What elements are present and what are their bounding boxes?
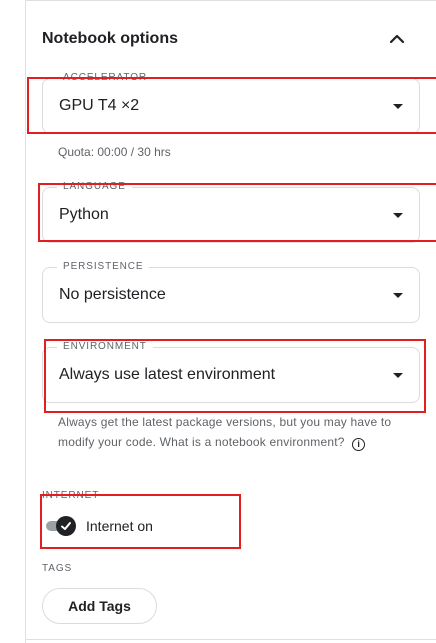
internet-toggle-label: Internet on (86, 518, 153, 534)
tags-label: TAGS (42, 563, 73, 574)
language-value: Python (59, 206, 109, 223)
environment-value: Always use latest environment (59, 366, 276, 383)
persistence-value: No persistence (59, 286, 166, 303)
accelerator-select[interactable]: ACCELERATOR GPU T4 ×2 (42, 71, 420, 134)
check-icon (61, 522, 71, 530)
internet-label: INTERNET (42, 490, 100, 501)
dropdown-arrow-icon (393, 213, 403, 218)
quota-text: Quota: 00:00 / 30 hrs (58, 145, 171, 159)
section-title: Notebook options (42, 30, 178, 47)
internet-toggle[interactable] (46, 516, 76, 536)
toggle-knob (56, 516, 76, 536)
environment-label: ENVIRONMENT (57, 340, 153, 354)
environment-help-text: Always get the latest package versions, … (58, 415, 392, 449)
info-icon[interactable]: i (352, 438, 366, 451)
accelerator-value: GPU T4 ×2 (59, 97, 140, 114)
language-select[interactable]: LANGUAGE Python (42, 180, 420, 243)
environment-help: Always get the latest package versions, … (58, 412, 408, 452)
accelerator-label: ACCELERATOR (57, 71, 153, 85)
environment-select[interactable]: ENVIRONMENT Always use latest environmen… (42, 340, 420, 403)
dropdown-arrow-icon (393, 293, 403, 298)
divider (25, 639, 436, 640)
dropdown-arrow-icon (393, 104, 403, 109)
language-label: LANGUAGE (57, 180, 132, 194)
dropdown-arrow-icon (393, 373, 403, 378)
add-tags-button[interactable]: Add Tags (42, 588, 157, 624)
persistence-label: PERSISTENCE (57, 260, 150, 274)
persistence-select[interactable]: PERSISTENCE No persistence (42, 260, 420, 323)
chevron-up-icon[interactable] (386, 28, 408, 50)
